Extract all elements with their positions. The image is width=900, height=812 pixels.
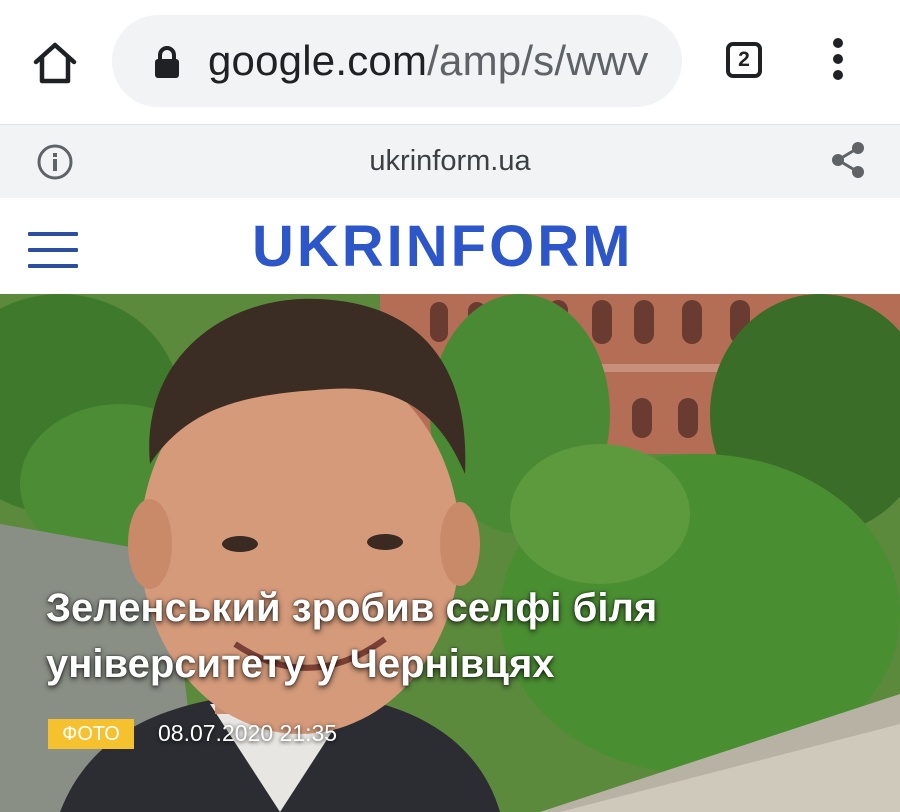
address-bar[interactable]: google.com/amp/s/wwv [112, 15, 682, 107]
amp-domain: ukrinform.ua [369, 145, 531, 177]
url-host: google.com [208, 37, 428, 84]
hero-photo[interactable]: Зеленський зробив селфі біля університет… [0, 294, 900, 812]
url-path: /amp/s/wwv [427, 37, 649, 84]
lock-icon [152, 45, 182, 79]
site-logo[interactable]: UKRINFORM [252, 214, 633, 280]
hero-photo-illustration [0, 294, 900, 812]
headline-line-2: університету у Чернівцях [46, 642, 555, 686]
publish-date: 08.07.2020 21:35 [158, 720, 338, 746]
tabs-icon[interactable]: 2 [726, 42, 762, 78]
menu-icon[interactable] [28, 232, 78, 268]
share-icon[interactable] [830, 141, 866, 179]
tab-count: 2 [738, 48, 750, 71]
more-vert-icon[interactable] [826, 38, 850, 84]
url-text: google.com/amp/s/wwv [208, 35, 649, 87]
headline-line-1: Зеленський зробив селфі біля [46, 586, 658, 630]
amp-header: ukrinform.ua [0, 124, 900, 199]
browser-toolbar: google.com/amp/s/wwv 2 [0, 0, 900, 124]
article-headline[interactable]: Зеленський зробив селфі біля університет… [46, 580, 746, 692]
site-header: UKRINFORM [0, 198, 900, 294]
home-icon[interactable] [30, 40, 80, 86]
photo-badge: ФОТО [48, 719, 134, 749]
